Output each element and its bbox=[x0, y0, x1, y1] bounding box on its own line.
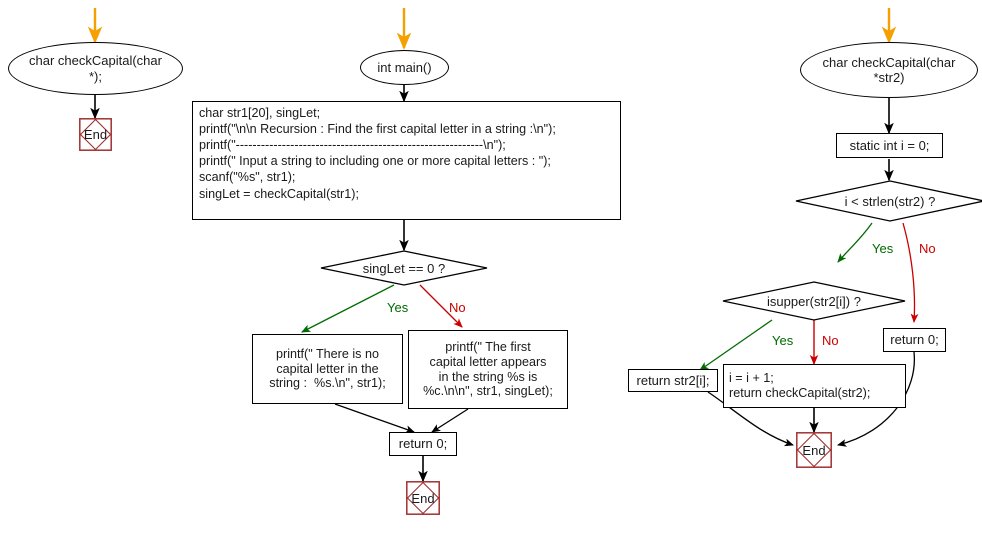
terminator-main-end: End bbox=[406, 481, 440, 515]
terminator-left-end-label: End bbox=[83, 127, 108, 142]
decision-loop-condition-label: i < strlen(str2) ? bbox=[844, 193, 936, 209]
isupper-no-label: No bbox=[822, 333, 839, 348]
function-header-oval-label: char checkCapital(char *str2) bbox=[822, 54, 956, 85]
main-return-box-label: return 0; bbox=[398, 436, 448, 452]
terminator-function-end: End bbox=[796, 432, 832, 468]
decision-loop-condition: i < strlen(str2) ? bbox=[795, 180, 982, 222]
loop-yes-label: Yes bbox=[872, 241, 894, 256]
isupper-yes-label: Yes bbox=[772, 333, 794, 348]
terminator-left-end: End bbox=[79, 118, 112, 151]
increment-recurse-text: i = i + 1; return checkCapital(str2); bbox=[729, 371, 871, 400]
loop-no-label: No bbox=[919, 241, 936, 256]
main-start-oval-label: int main() bbox=[377, 59, 432, 75]
edge-loop-yes bbox=[837, 222, 873, 263]
terminator-function-end-label: End bbox=[802, 442, 826, 458]
return-char-box: return str2[i]; bbox=[628, 369, 718, 392]
main-code-block: char str1[20], singLet; printf("\n\n Rec… bbox=[192, 101, 621, 220]
edge-nobox-to-return bbox=[431, 408, 469, 433]
static-init-label: static int i = 0; bbox=[849, 137, 930, 153]
main-return-box: return 0; bbox=[389, 432, 457, 456]
terminator-main-end-label: End bbox=[411, 490, 435, 506]
prototype-oval: char checkCapital(char *); bbox=[8, 42, 183, 95]
main-yes-label: Yes bbox=[387, 300, 409, 315]
main-no-label: No bbox=[449, 300, 466, 315]
decision-isupper: isupper(str2[i]) ? bbox=[722, 281, 906, 321]
return-char-label: return str2[i]; bbox=[636, 372, 710, 388]
return-zero-label: return 0; bbox=[890, 332, 939, 348]
return-zero-box: return 0; bbox=[883, 328, 946, 352]
increment-recurse-box: i = i + 1; return checkCapital(str2); bbox=[723, 364, 906, 408]
edge-decision-yes bbox=[301, 284, 395, 333]
decision-isupper-label: isupper(str2[i]) ? bbox=[767, 293, 861, 309]
edge-isupper-yes bbox=[699, 319, 773, 371]
function-header-oval: char checkCapital(char *str2) bbox=[800, 42, 978, 98]
main-code-block-text: char str1[20], singLet; printf("\n\n Rec… bbox=[199, 106, 556, 201]
prototype-oval-label: char checkCapital(char *); bbox=[29, 53, 162, 84]
main-yes-branch-box: printf(" There is no capital letter in t… bbox=[252, 334, 403, 404]
main-yes-branch-text: printf(" There is no capital letter in t… bbox=[269, 346, 386, 391]
decision-singlet-zero-label: singLet == 0 ? bbox=[362, 260, 446, 276]
decision-singlet-zero: singLet == 0 ? bbox=[320, 250, 488, 286]
main-no-branch-text: printf(" The first capital letter appear… bbox=[423, 339, 553, 399]
static-init-box: static int i = 0; bbox=[836, 133, 943, 158]
flowchart-canvas: char checkCapital(char *); End int main(… bbox=[0, 0, 982, 534]
main-start-oval: int main() bbox=[360, 50, 449, 85]
main-no-branch-box: printf(" The first capital letter appear… bbox=[408, 330, 568, 409]
edge-yesbox-to-return bbox=[334, 403, 415, 433]
